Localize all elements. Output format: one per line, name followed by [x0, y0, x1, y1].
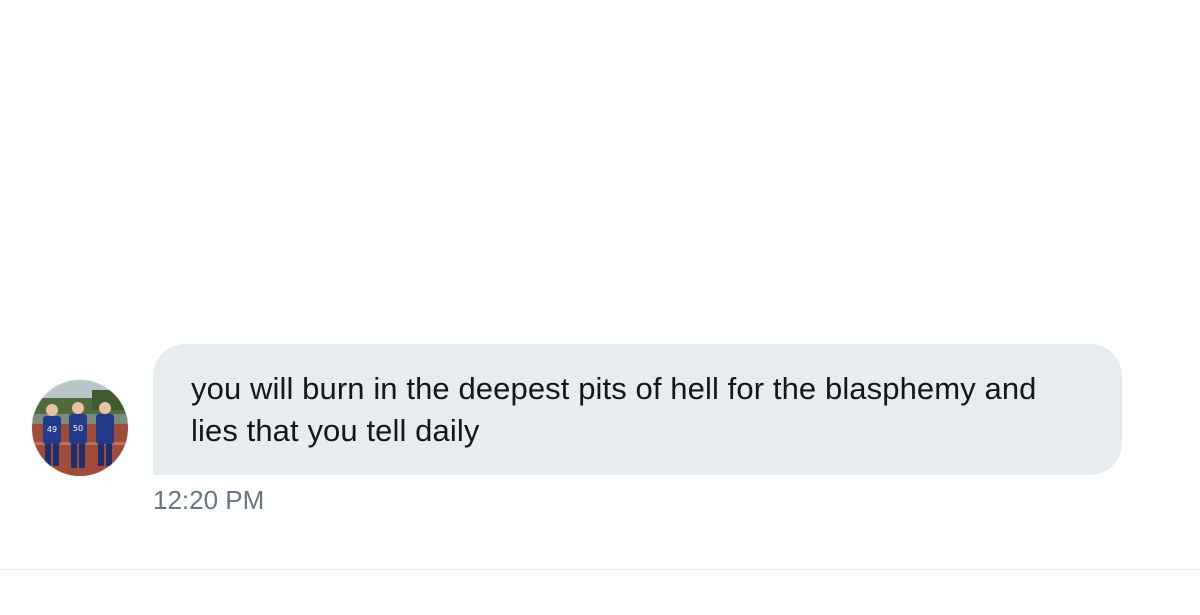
message-timestamp: 12:20 PM	[153, 485, 265, 515]
jersey-number-2: 50	[73, 424, 83, 433]
sender-avatar[interactable]: 49 50	[32, 380, 128, 476]
avatar-photo: 49 50	[32, 380, 128, 476]
message-text: you will burn in the deepest pits of hel…	[191, 371, 1037, 448]
divider	[0, 569, 1200, 570]
conversation-view: 49 50 you will burn in the deepest pits …	[0, 0, 1200, 615]
jersey-number-1: 49	[47, 425, 57, 434]
message-bubble[interactable]: you will burn in the deepest pits of hel…	[153, 344, 1122, 475]
